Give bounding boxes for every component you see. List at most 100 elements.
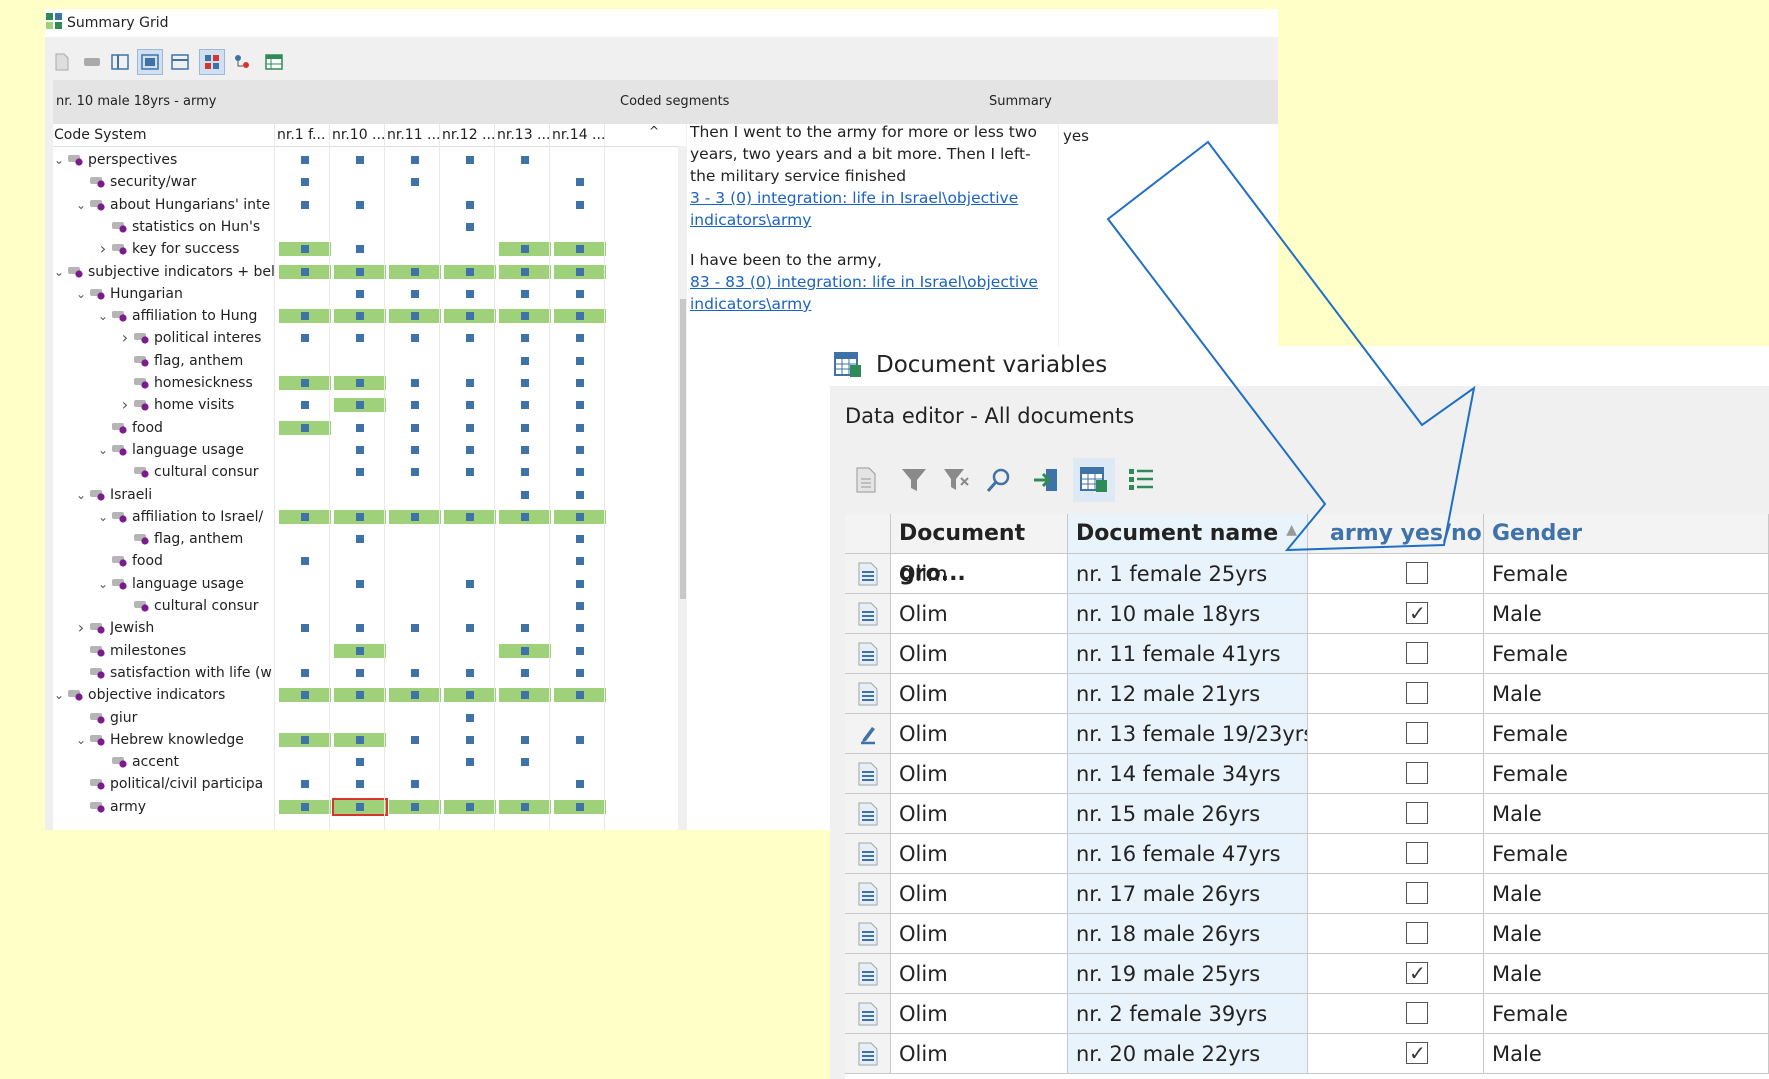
code-row[interactable]: › political interes xyxy=(53,327,653,349)
coding-marker[interactable] xyxy=(466,468,474,477)
coding-marker[interactable] xyxy=(356,334,364,343)
coding-marker[interactable] xyxy=(576,289,584,298)
collapse-icon[interactable]: ⌄ xyxy=(97,506,109,528)
army-checkbox[interactable]: ✓ xyxy=(1406,602,1428,624)
row-icon-cell[interactable] xyxy=(845,714,891,754)
row-icon-cell[interactable] xyxy=(845,834,891,874)
document-name-cell[interactable]: nr. 18 male 26yrs xyxy=(1068,914,1308,954)
coding-marker[interactable] xyxy=(576,557,584,566)
document-name-cell[interactable]: nr. 10 male 18yrs xyxy=(1068,594,1308,634)
coding-marker[interactable] xyxy=(576,423,584,432)
code-row[interactable]: homesickness xyxy=(53,372,653,394)
coding-marker[interactable] xyxy=(521,624,529,633)
gender-cell[interactable]: Female xyxy=(1484,834,1769,874)
coding-marker[interactable] xyxy=(521,758,529,767)
gender-cell[interactable]: Female xyxy=(1484,714,1769,754)
import-button[interactable] xyxy=(1025,458,1067,502)
code-settings-button[interactable] xyxy=(230,50,254,74)
collapse-icon[interactable]: ⌄ xyxy=(53,149,65,171)
coding-marker[interactable] xyxy=(301,802,309,811)
collapse-icon[interactable]: ⌄ xyxy=(75,729,87,751)
coding-marker[interactable] xyxy=(576,579,584,588)
code-row[interactable]: food xyxy=(53,417,653,439)
collapse-icon[interactable]: ⌄ xyxy=(53,261,65,283)
expand-icon[interactable]: › xyxy=(119,327,131,349)
coding-marker[interactable] xyxy=(356,445,364,454)
coding-marker[interactable] xyxy=(466,758,474,767)
row-icon-cell[interactable] xyxy=(845,794,891,834)
grid-row[interactable]: Olim nr. 15 male 26yrs Male xyxy=(845,794,1769,834)
coding-marker[interactable] xyxy=(301,624,309,633)
code-row[interactable]: satisfaction with life (w xyxy=(53,662,653,684)
coding-marker[interactable] xyxy=(576,490,584,499)
coding-marker[interactable] xyxy=(301,334,309,343)
grid-row[interactable]: Olim nr. 1 female 25yrs Female xyxy=(845,554,1769,594)
code-row[interactable]: milestones xyxy=(53,640,653,662)
coding-marker[interactable] xyxy=(356,468,364,477)
document-name-cell[interactable]: nr. 1 female 25yrs xyxy=(1068,554,1308,594)
document-group-cell[interactable]: Olim xyxy=(891,954,1068,994)
army-checkbox[interactable] xyxy=(1406,842,1428,864)
coding-marker[interactable] xyxy=(576,401,584,410)
grid-row[interactable]: Olim nr. 13 female 19/23yrs Female xyxy=(845,714,1769,754)
coding-marker[interactable] xyxy=(356,379,364,387)
coding-marker[interactable] xyxy=(411,445,419,454)
coding-marker[interactable] xyxy=(576,312,584,321)
document-name-cell[interactable]: nr. 16 female 47yrs xyxy=(1068,834,1308,874)
code-row[interactable]: ⌄ Israeli xyxy=(53,484,653,506)
code-row[interactable]: army xyxy=(53,796,653,818)
coding-marker[interactable] xyxy=(521,334,529,343)
row-icon-cell[interactable] xyxy=(845,674,891,714)
grid-row[interactable]: Olim nr. 2 female 39yrs Female xyxy=(845,994,1769,1034)
coding-marker[interactable] xyxy=(466,802,474,811)
document-group-cell[interactable]: Olim xyxy=(891,1034,1068,1074)
code-row[interactable]: ⌄ affiliation to Hung xyxy=(53,305,653,327)
code-row[interactable]: ⌄ language usage xyxy=(53,573,653,595)
coding-marker[interactable] xyxy=(521,468,529,477)
code-row[interactable]: ⌄ language usage xyxy=(53,439,653,461)
coding-marker[interactable] xyxy=(301,423,309,432)
document-group-cell[interactable]: Olim xyxy=(891,834,1068,874)
coding-marker[interactable] xyxy=(466,423,474,432)
gender-cell[interactable]: Male xyxy=(1484,594,1769,634)
coding-marker[interactable] xyxy=(466,379,474,387)
coding-marker[interactable] xyxy=(411,735,419,744)
coding-marker[interactable] xyxy=(301,512,309,521)
coding-marker[interactable] xyxy=(356,579,364,588)
document-name-cell[interactable]: nr. 14 female 34yrs xyxy=(1068,754,1308,794)
collapse-icon[interactable]: ⌄ xyxy=(75,484,87,506)
code-row[interactable]: cultural consur xyxy=(53,461,653,483)
coding-marker[interactable] xyxy=(411,668,419,677)
document-name-cell[interactable]: nr. 17 male 26yrs xyxy=(1068,874,1308,914)
code-row[interactable]: food xyxy=(53,550,653,572)
coding-marker[interactable] xyxy=(521,245,529,254)
document-group-cell[interactable]: Olim xyxy=(891,554,1068,594)
code-row[interactable]: cultural consur xyxy=(53,595,653,617)
row-icon-cell[interactable] xyxy=(845,994,891,1034)
export-button[interactable] xyxy=(262,50,286,74)
coding-marker[interactable] xyxy=(411,468,419,477)
coding-marker[interactable] xyxy=(356,512,364,521)
document-name-cell[interactable]: nr. 2 female 39yrs xyxy=(1068,994,1308,1034)
code-row[interactable]: › Jewish xyxy=(53,617,653,639)
coding-marker[interactable] xyxy=(411,156,419,164)
coding-marker[interactable] xyxy=(466,713,474,722)
document-name-cell[interactable]: nr. 12 male 21yrs xyxy=(1068,674,1308,714)
coding-marker[interactable] xyxy=(576,245,584,254)
coding-marker[interactable] xyxy=(301,156,309,164)
code-row[interactable]: security/war xyxy=(53,171,653,193)
document-column-header[interactable]: nr.14 ... xyxy=(552,127,605,143)
document-group-cell[interactable]: Olim xyxy=(891,594,1068,634)
coding-marker[interactable] xyxy=(576,602,584,610)
coding-marker[interactable] xyxy=(356,668,364,677)
coding-marker[interactable] xyxy=(411,401,419,410)
coding-marker[interactable] xyxy=(521,356,529,365)
coding-marker[interactable] xyxy=(521,267,529,276)
column-header-army[interactable]: army yes/no xyxy=(1308,514,1484,554)
code-row[interactable]: flag, anthem xyxy=(53,528,653,550)
coding-marker[interactable] xyxy=(301,245,309,254)
data-editor-button[interactable] xyxy=(1073,458,1115,502)
coding-marker[interactable] xyxy=(466,401,474,410)
document-group-cell[interactable]: Olim xyxy=(891,794,1068,834)
army-checkbox[interactable] xyxy=(1406,642,1428,664)
